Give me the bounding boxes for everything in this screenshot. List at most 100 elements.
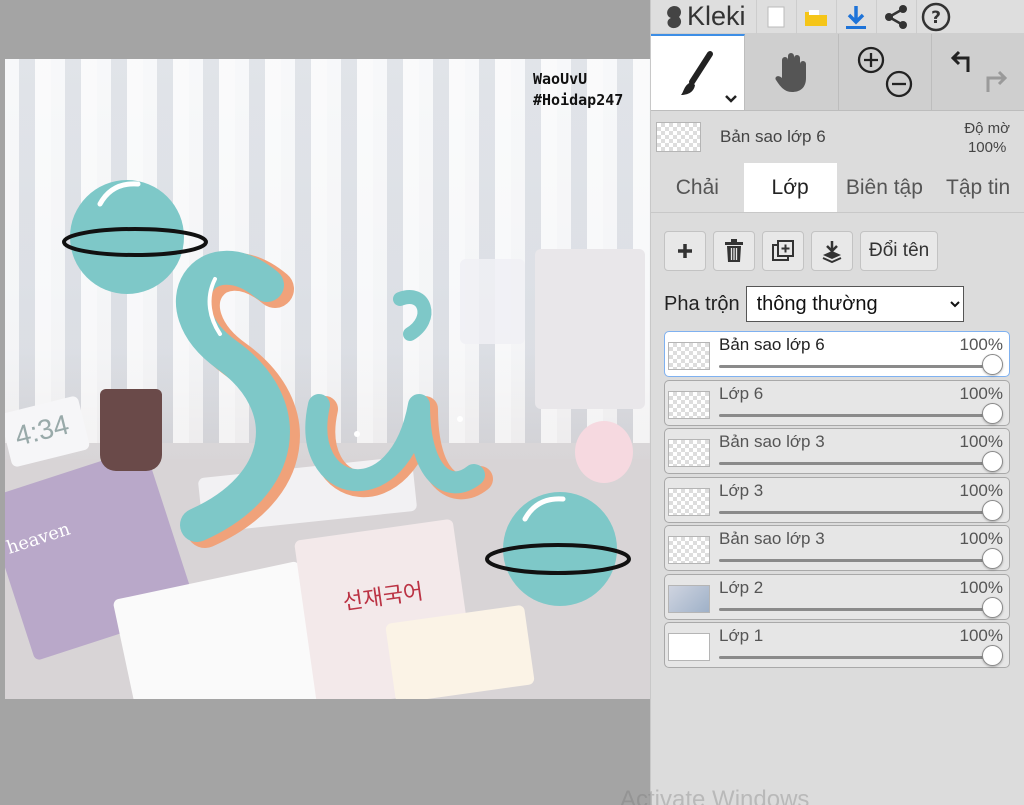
layer-thumbnail bbox=[668, 342, 710, 370]
opacity-label: Độ mờ bbox=[964, 120, 1010, 137]
workspace: heaven 4:34 선재국어 WaoUvU #Hoidap247 bbox=[0, 0, 650, 805]
chevron-down-icon[interactable] bbox=[724, 94, 738, 104]
layer-opacity-slider[interactable] bbox=[719, 607, 991, 611]
layer-name: Lớp 2 bbox=[719, 577, 764, 597]
layer-item[interactable]: Lớp 3 100% bbox=[664, 476, 1010, 523]
layer-list: Bản sao lớp 6 100% Lớp 6 100% Bản sao lớ… bbox=[651, 323, 1024, 668]
layer-opacity: 100% bbox=[959, 529, 1003, 548]
layer-item[interactable]: Lớp 1 100% bbox=[664, 622, 1010, 668]
drawing-canvas[interactable]: heaven 4:34 선재국어 WaoUvU #Hoidap247 bbox=[5, 59, 650, 699]
merge-down-button[interactable] bbox=[811, 231, 853, 271]
top-toolbar: Kleki ? bbox=[651, 0, 1024, 34]
download-button[interactable] bbox=[835, 0, 876, 34]
history-controls bbox=[950, 50, 1008, 92]
layer-item[interactable]: Bản sao lớp 6 100% bbox=[664, 331, 1010, 377]
new-file-icon bbox=[767, 6, 785, 27]
layer-name: Bản sao lớp 3 bbox=[719, 529, 825, 548]
redo-icon[interactable] bbox=[986, 70, 1008, 92]
merge-down-icon bbox=[822, 241, 842, 263]
current-layer-name: Bản sao lớp 6 bbox=[720, 127, 826, 146]
layer-name: Lớp 3 bbox=[719, 480, 764, 500]
current-layer-thumbnail bbox=[656, 122, 701, 152]
share-icon bbox=[885, 4, 908, 29]
hand-tool-button[interactable] bbox=[745, 34, 839, 110]
planet-bottom-right bbox=[485, 492, 631, 606]
layer-opacity-handle[interactable] bbox=[982, 548, 1003, 569]
kleki-logo-icon bbox=[667, 5, 682, 28]
tab-layers[interactable]: Lớp bbox=[743, 163, 837, 212]
zoom-controls bbox=[857, 46, 913, 98]
side-panel: Kleki ? Bản sao lớp 6 Độ mờ 100% Chải Lớ… bbox=[650, 0, 1024, 805]
layer-thumbnail bbox=[668, 487, 710, 516]
panel-tabs: Chải Lớp Biên tập Tập tin bbox=[651, 163, 1024, 213]
layer-opacity-slider[interactable] bbox=[719, 365, 991, 368]
tab-file[interactable]: Tập tin bbox=[932, 163, 1024, 212]
layer-opacity-handle[interactable] bbox=[982, 645, 1003, 666]
hand-icon bbox=[774, 53, 806, 92]
plus-icon bbox=[678, 244, 692, 258]
layer-thumbnail bbox=[668, 439, 710, 467]
svg-text:?: ? bbox=[931, 8, 941, 28]
layer-opacity-handle[interactable] bbox=[982, 451, 1003, 472]
tool-row bbox=[651, 34, 1024, 111]
layer-opacity-slider[interactable] bbox=[719, 462, 991, 465]
layer-item[interactable]: Bản sao lớp 3 100% bbox=[664, 525, 1010, 571]
tab-brush[interactable]: Chải bbox=[651, 163, 744, 212]
layer-opacity: 100% bbox=[959, 335, 1003, 354]
layer-thumbnail bbox=[668, 390, 710, 419]
layer-opacity-handle[interactable] bbox=[982, 402, 1003, 424]
blend-mode-row: Pha trộn thông thường bbox=[651, 275, 1024, 323]
watermark-line-1: WaoUvU bbox=[533, 70, 588, 88]
folder-icon bbox=[805, 9, 828, 26]
layer-item[interactable]: Bản sao lớp 3 100% bbox=[664, 428, 1010, 474]
layer-opacity-slider[interactable] bbox=[719, 510, 991, 514]
watermark-text: WaoUvU #Hoidap247 bbox=[533, 69, 623, 111]
layer-thumbnail bbox=[668, 584, 710, 613]
layer-opacity: 100% bbox=[959, 383, 1003, 403]
zoom-in-icon[interactable] bbox=[857, 46, 885, 74]
layer-opacity-slider[interactable] bbox=[719, 413, 991, 417]
current-layer-header: Bản sao lớp 6 Độ mờ 100% bbox=[651, 111, 1024, 163]
history-buttons bbox=[932, 34, 1024, 110]
layer-name: Lớp 6 bbox=[719, 383, 764, 403]
brush-icon bbox=[680, 51, 713, 95]
trash-icon bbox=[725, 239, 743, 262]
app-logo[interactable]: Kleki bbox=[663, 1, 746, 32]
undo-icon[interactable] bbox=[950, 50, 970, 72]
layer-name: Bản sao lớp 6 bbox=[719, 335, 825, 354]
brush-tool-button[interactable] bbox=[651, 34, 745, 110]
zoom-out-icon[interactable] bbox=[885, 70, 913, 98]
duplicate-layer-button[interactable] bbox=[762, 231, 804, 271]
layer-opacity: 100% bbox=[959, 626, 1003, 645]
layer-opacity: 100% bbox=[959, 480, 1003, 500]
layer-thumbnail bbox=[668, 536, 710, 564]
opacity-value: 100% bbox=[967, 139, 1007, 156]
share-button[interactable] bbox=[875, 0, 916, 34]
add-layer-button[interactable] bbox=[664, 231, 706, 271]
open-file-button[interactable] bbox=[795, 0, 836, 34]
layer-opacity: 100% bbox=[959, 432, 1003, 451]
tab-edit[interactable]: Biên tập bbox=[837, 163, 933, 212]
layer-opacity-handle[interactable] bbox=[982, 499, 1003, 521]
watermark-line-2: #Hoidap247 bbox=[533, 91, 624, 109]
layer-actions: Đổi tên bbox=[651, 213, 1024, 275]
layer-name: Lớp 1 bbox=[719, 626, 764, 645]
blend-mode-select[interactable]: thông thường bbox=[745, 286, 964, 322]
layer-opacity: 100% bbox=[959, 577, 1003, 597]
duplicate-icon bbox=[772, 240, 794, 261]
delete-layer-button[interactable] bbox=[713, 231, 755, 271]
layer-thumbnail bbox=[668, 633, 710, 661]
glyph-s bbox=[176, 250, 300, 548]
help-icon: ? bbox=[921, 2, 951, 31]
help-button[interactable]: ? bbox=[915, 0, 956, 34]
layer-item[interactable]: Lớp 2 100% bbox=[664, 573, 1010, 620]
drawn-artwork bbox=[62, 180, 631, 606]
layer-opacity-handle[interactable] bbox=[982, 354, 1003, 375]
layer-item[interactable]: Lớp 6 100% bbox=[664, 379, 1010, 426]
layer-opacity-slider[interactable] bbox=[719, 656, 991, 659]
layer-opacity-slider[interactable] bbox=[719, 559, 991, 562]
layer-name: Bản sao lớp 3 bbox=[719, 432, 825, 451]
layer-opacity-handle[interactable] bbox=[982, 596, 1003, 618]
rename-layer-button[interactable]: Đổi tên bbox=[860, 231, 939, 271]
new-image-button[interactable] bbox=[755, 0, 796, 34]
